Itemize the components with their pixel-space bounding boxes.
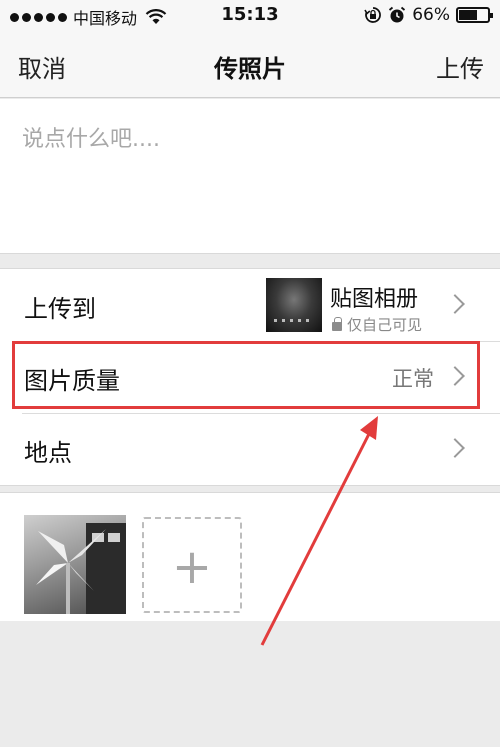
album-name: 贴图相册 <box>330 287 419 312</box>
alarm-icon <box>389 6 406 23</box>
location-label: 地点 <box>24 439 72 467</box>
upload-to-row[interactable]: 上传到 贴图相册 仅自己可见 <box>0 269 500 341</box>
privacy-label: 仅自己可见 <box>347 316 423 334</box>
selected-photo-thumbnail[interactable] <box>24 515 126 614</box>
photos-section: + <box>0 492 500 621</box>
battery-icon <box>456 7 493 23</box>
nav-bar: 取消 传照片 上传 <box>0 32 500 98</box>
upload-button[interactable]: 上传 <box>436 49 484 84</box>
chevron-right-icon <box>445 294 465 314</box>
page-title: 传照片 <box>214 55 286 83</box>
location-row[interactable]: 地点 <box>0 413 500 485</box>
caption-placeholder: 说点什么吧.... <box>22 127 160 152</box>
chevron-right-icon <box>445 438 465 458</box>
status-bar: 中国移动 15:13 66% <box>0 0 500 32</box>
highlight-box <box>12 341 480 409</box>
caption-input[interactable]: 说点什么吧.... <box>0 99 500 254</box>
battery-nub <box>490 13 493 18</box>
album-cover-thumbnail <box>266 278 322 332</box>
upload-to-label: 上传到 <box>24 295 96 323</box>
status-right: 66% <box>364 5 493 25</box>
battery-fill <box>459 10 477 20</box>
add-photo-button[interactable]: + <box>142 517 242 613</box>
plus-icon: + <box>171 539 213 595</box>
lock-icon <box>332 317 342 331</box>
rotation-lock-icon <box>364 7 382 23</box>
album-privacy: 仅自己可见 <box>332 314 422 335</box>
battery-percent: 66% <box>412 5 450 25</box>
